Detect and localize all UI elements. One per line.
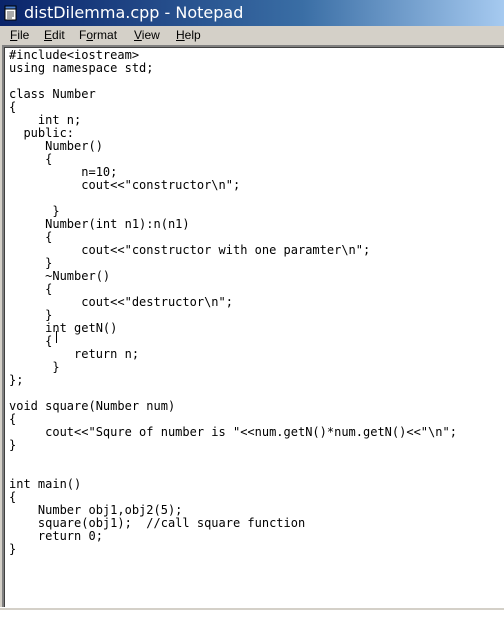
menu-view[interactable]: View	[134, 27, 160, 43]
menu-help-label: elp	[184, 28, 201, 42]
menu-edit-accel: E	[44, 28, 53, 42]
title-bar[interactable]: distDilemma.cpp - Notepad	[0, 0, 504, 26]
menu-format-label: rmat	[93, 28, 118, 42]
menu-help-accel: H	[176, 28, 185, 42]
text-caret	[56, 331, 57, 343]
notepad-window: distDilemma.cpp - Notepad File Edit Form…	[0, 0, 504, 610]
window-title: distDilemma.cpp - Notepad	[24, 3, 244, 22]
text-area[interactable]: #include<iostream> using namespace std; …	[4, 47, 504, 607]
menu-edit[interactable]: Edit	[44, 27, 65, 43]
window-bottom-border	[0, 607, 504, 610]
menu-edit-label: dit	[52, 28, 65, 42]
menu-bar: File Edit Format View Help	[0, 26, 504, 44]
text-editor[interactable]: #include<iostream> using namespace std; …	[2, 45, 504, 607]
menu-view-accel: V	[134, 28, 142, 42]
menu-file[interactable]: File	[10, 27, 29, 43]
menu-file-label: ile	[17, 28, 30, 42]
notepad-icon[interactable]	[4, 5, 18, 21]
menu-view-label: iew	[141, 28, 160, 42]
editor-content[interactable]: #include<iostream> using namespace std; …	[9, 49, 457, 556]
menu-help[interactable]: Help	[176, 27, 201, 43]
menu-format[interactable]: Format	[79, 27, 117, 43]
